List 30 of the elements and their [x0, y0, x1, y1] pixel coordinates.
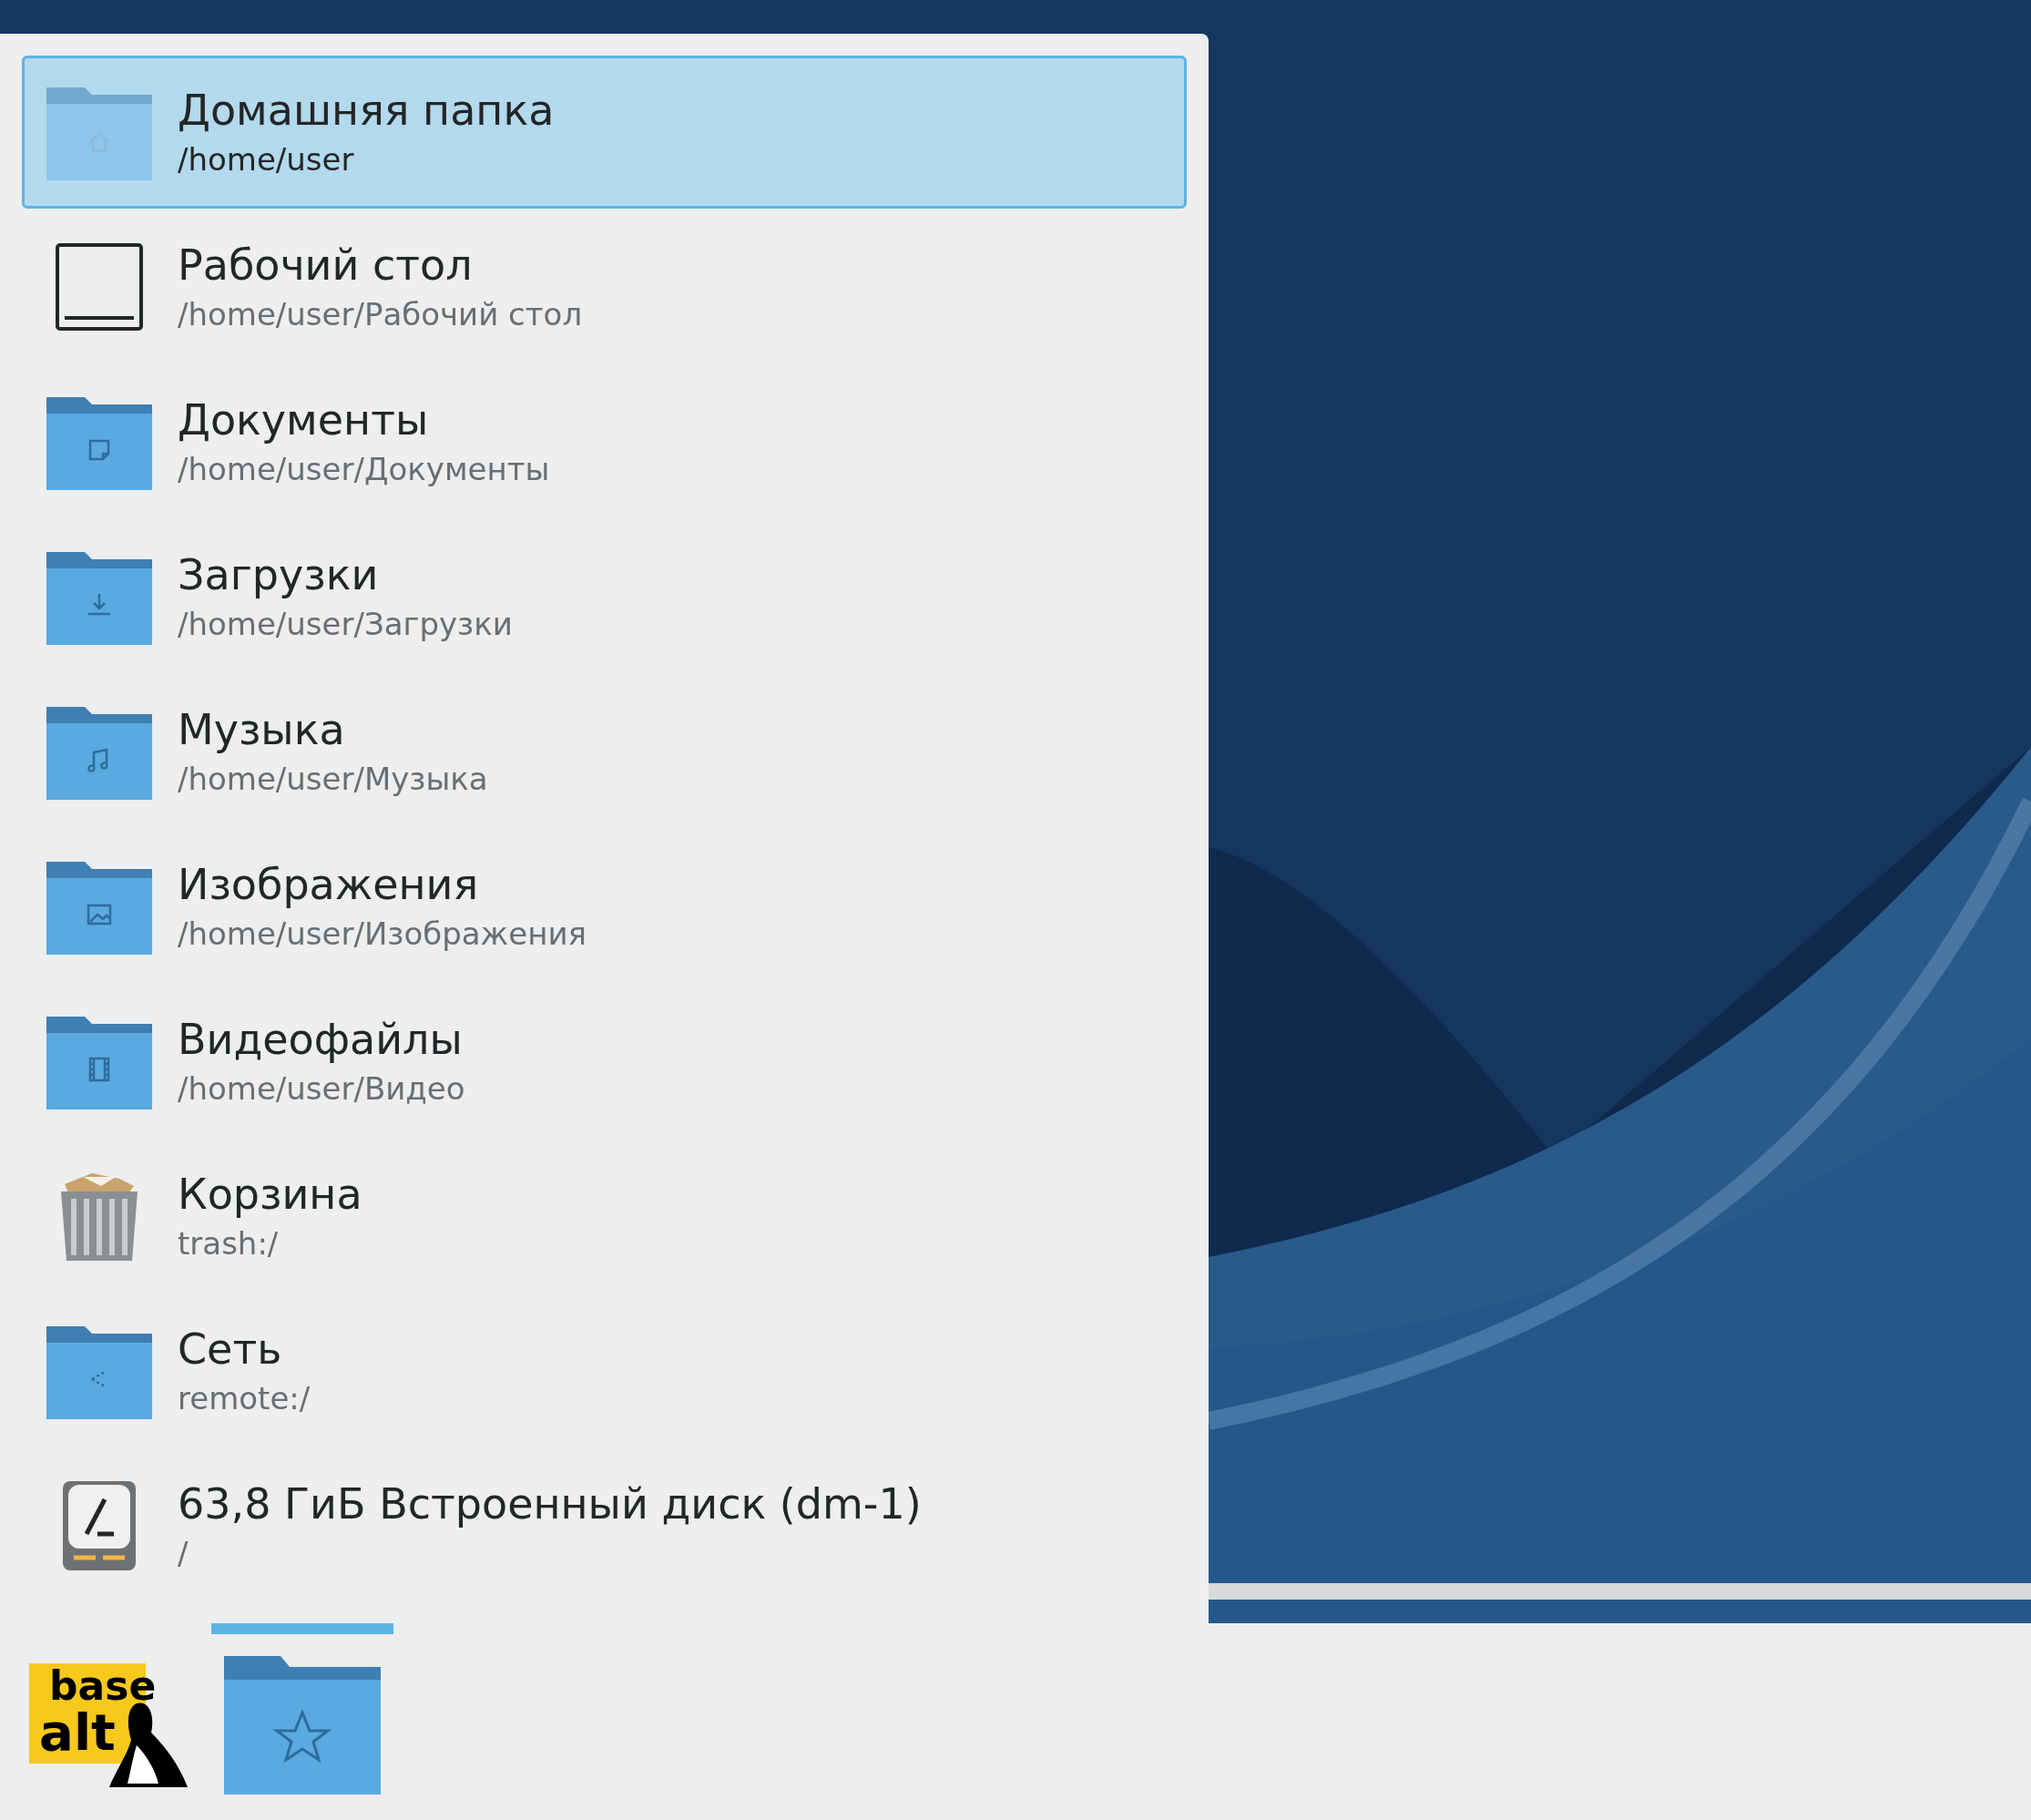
place-item[interactable]: 63,8 ГиБ Встроенный диск (dm-1) /: [22, 1449, 1187, 1602]
place-path: /home/user/Загрузки: [178, 605, 513, 643]
place-title: 63,8 ГиБ Встроенный диск (dm-1): [178, 1479, 922, 1529]
place-path: /home/user/Рабочий стол: [178, 295, 583, 333]
place-title: Изображения: [178, 860, 480, 909]
place-title: Музыка: [178, 705, 346, 754]
place-item[interactable]: Загрузки /home/user/Загрузки: [22, 520, 1187, 673]
place-title: Домашняя папка: [178, 86, 555, 135]
place-path: /home/user/Видео: [178, 1069, 465, 1108]
place-item[interactable]: Музыка /home/user/Музыка: [22, 675, 1187, 828]
place-path: /home/user/Музыка: [178, 760, 488, 798]
place-item[interactable]: Сеть remote:/: [22, 1294, 1187, 1447]
place-title: Загрузки: [178, 550, 380, 599]
place-item[interactable]: Домашняя папка /home/user: [22, 56, 1187, 209]
place-title: Рабочий стол: [178, 240, 474, 290]
place-path: trash:/: [178, 1224, 280, 1263]
place-path: /: [178, 1534, 189, 1572]
place-path: /home/user/Изображения: [178, 915, 587, 953]
place-path: /home/user: [178, 140, 355, 179]
place-item[interactable]: Видеофайлы /home/user/Видео: [22, 985, 1187, 1138]
place-title: Документы: [178, 395, 430, 445]
place-title: Сеть: [178, 1324, 283, 1374]
place-item[interactable]: Изображения /home/user/Изображения: [22, 830, 1187, 983]
place-title: Видеофайлы: [178, 1015, 464, 1064]
place-item[interactable]: Документы /home/user/Документы: [22, 365, 1187, 518]
place-path: /home/user/Документы: [178, 450, 550, 488]
place-path: remote:/: [178, 1379, 311, 1417]
place-item[interactable]: Корзина trash:/: [22, 1140, 1187, 1293]
place-item[interactable]: Рабочий стол /home/user/Рабочий стол: [22, 210, 1187, 363]
place-title: Корзина: [178, 1170, 362, 1219]
